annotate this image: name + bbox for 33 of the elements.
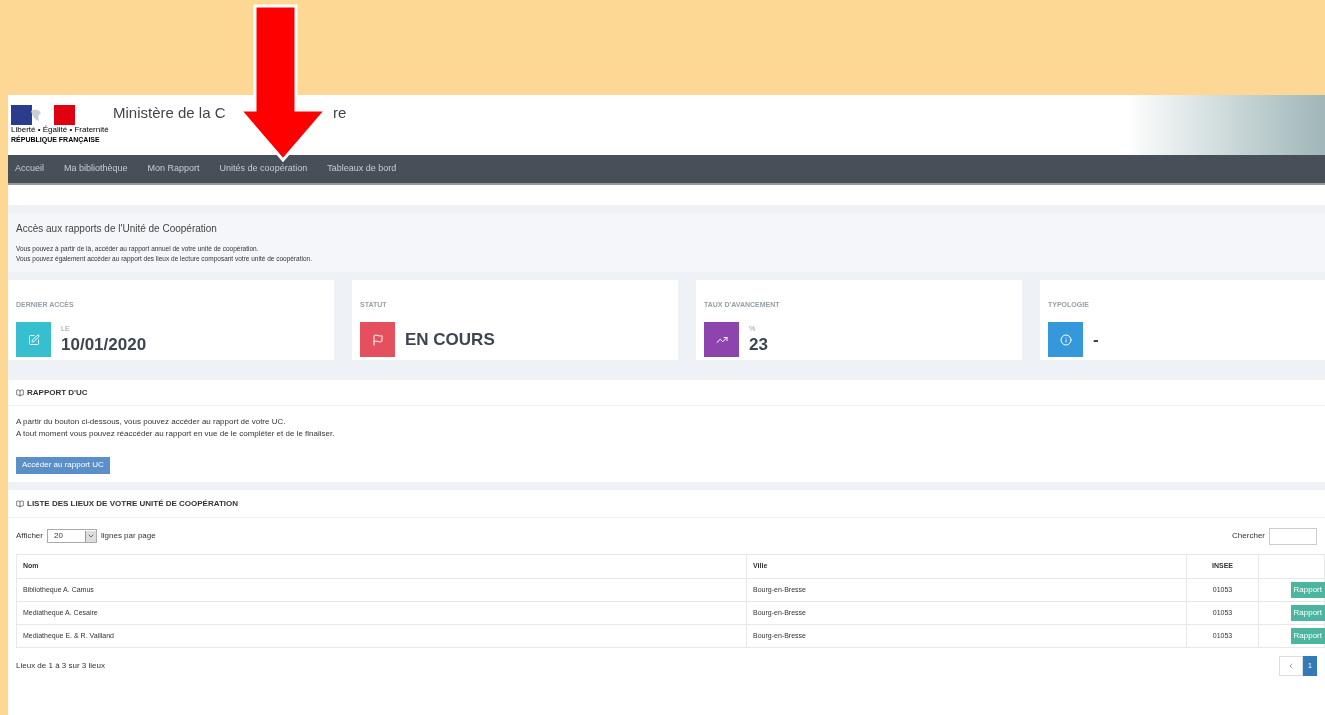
info-icon [1059,333,1072,346]
nav-link[interactable]: Tableaux de bord [327,162,397,176]
search-label: Chercher [1232,530,1265,542]
flag-logo-icon [11,105,75,125]
page-size-select[interactable]: 20 [47,529,97,543]
stat-value: - [1093,329,1099,350]
table-summary: Lieux de 1 à 3 sur 3 lieux [16,660,105,672]
rapport-text: A partir du bouton ci-dessous, vous pouvez accéder au rapport de votre UC. [16,416,287,428]
site-title: Ministère de la C [113,102,227,123]
intro-title: Accès aux rapports de l'Unité de Coopération [16,222,218,236]
nav-link[interactable]: Ma bibliothèque [64,162,128,176]
rapport-text: A tout moment vous pouvez réaccéder au rapport en vue de le compléter et de le finaliser. [16,428,336,440]
book-icon [16,388,24,397]
open-report-button[interactable]: Accéder au rapport UC [16,456,110,474]
pen-square-icon [27,333,40,346]
stat-value: EN COURS [405,329,495,350]
motto-text: Liberté • Égalité • Fraternité [11,125,109,135]
per-page-label: lignes par page [101,530,156,542]
previous-page-button[interactable] [1279,656,1303,676]
section-title: LISTE DES LIEUX DE VOTRE UNITÉ DE COOPÉRATION [27,497,238,510]
flag-icon [371,333,384,346]
stat-value: 23 [749,334,768,355]
nav-link[interactable]: Accueil [15,162,44,176]
chevron-left-icon [1287,662,1295,670]
caret-icon [87,532,95,540]
stat-value: 10/01/2020 [61,334,147,355]
search-field[interactable] [1269,527,1317,545]
section-title: RAPPORT D'UC [27,386,88,399]
nav-link[interactable]: Mon Rapport [147,162,200,176]
site-title: re [333,102,347,123]
show-label: Afficher [16,530,43,542]
nav-link[interactable]: Unités de coopération [219,162,308,176]
book-icon [16,499,24,508]
